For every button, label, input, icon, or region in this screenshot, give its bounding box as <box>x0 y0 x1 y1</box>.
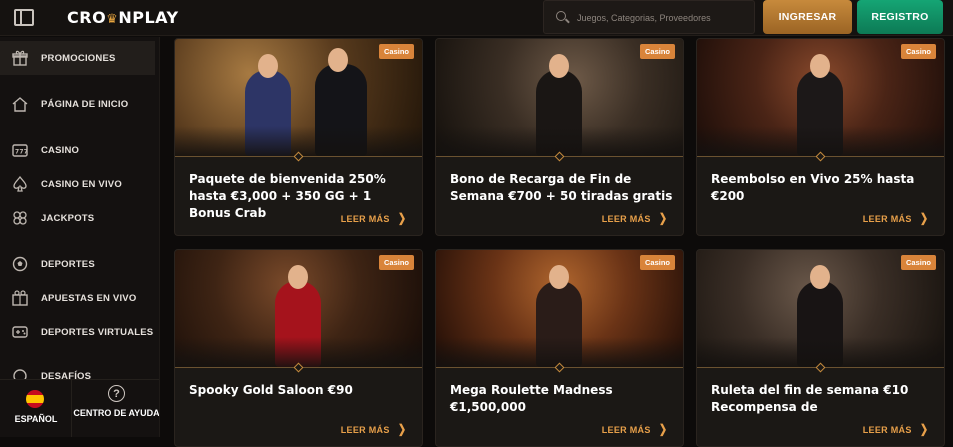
promo-card[interactable]: Casino Ruleta del fin de semana €10 Reco… <box>696 249 945 447</box>
search-input[interactable] <box>577 9 747 27</box>
promo-title: Ruleta del fin de semana €10 Recompensa … <box>711 383 909 414</box>
help-label: CENTRO DE AYUDA <box>73 408 160 418</box>
sidebar-item-label: DEPORTES VIRTUALES <box>41 326 154 338</box>
chevron-right-icon: ❯ <box>919 211 928 225</box>
sidebar-item-label: JACKPOTS <box>41 212 95 224</box>
soccer-ball-icon <box>12 256 28 272</box>
gamepad-icon <box>12 324 28 340</box>
sidebar-item-label: CASINO <box>41 144 80 156</box>
gift-icon <box>12 50 28 66</box>
read-more-link[interactable]: LEER MÁS ❯ <box>602 422 668 436</box>
sidebar-item-apuestas-en-vivo[interactable]: APUESTAS EN VIVO <box>0 281 155 315</box>
login-button[interactable]: INGRESAR <box>763 0 852 34</box>
sidebar-footer: ESPAÑOL ? CENTRO DE AYUDA <box>0 379 160 437</box>
chevron-right-icon: ❯ <box>397 422 406 436</box>
promo-card[interactable]: Casino Paquete de bienvenida 250% hasta … <box>174 38 423 236</box>
live-bet-icon <box>12 290 28 306</box>
question-icon: ? <box>108 385 125 402</box>
sidebar-item-deportes-virtuales[interactable]: DEPORTES VIRTUALES <box>0 315 155 349</box>
home-icon <box>12 96 28 112</box>
chevron-right-icon: ❯ <box>658 211 667 225</box>
chevron-right-icon: ❯ <box>397 211 406 225</box>
chevron-right-icon: ❯ <box>919 422 928 436</box>
promo-title: Spooky Gold Saloon €90 <box>189 383 353 397</box>
crown-icon: ♛ <box>106 12 119 27</box>
sidebar-toggle-icon[interactable] <box>14 9 34 26</box>
category-badge: Casino <box>900 44 936 59</box>
slot-icon: 777 <box>12 142 28 158</box>
sidebar-item-label: PROMOCIONES <box>41 52 116 64</box>
category-badge: Casino <box>639 255 675 270</box>
woman-figure <box>797 54 843 156</box>
top-bar: CRO♛NPLAY INGRESAR REGISTRO <box>0 0 953 36</box>
promo-card[interactable]: Casino Spooky Gold Saloon €90 LEER MÁS ❯ <box>174 249 423 447</box>
woman-figure <box>536 265 582 367</box>
read-more-link[interactable]: LEER MÁS ❯ <box>863 422 929 436</box>
read-more-link[interactable]: LEER MÁS ❯ <box>341 422 407 436</box>
man-figure <box>315 48 367 156</box>
search-box[interactable] <box>543 0 755 34</box>
promo-title: Reembolso en Vivo 25% hasta €200 <box>711 172 915 203</box>
sidebar-item-casino[interactable]: 777 CASINO <box>0 133 155 167</box>
promo-card[interactable]: Casino Bono de Recarga de Fin de Semana … <box>435 38 684 236</box>
register-button[interactable]: REGISTRO <box>857 0 943 34</box>
read-more-link[interactable]: LEER MÁS ❯ <box>602 211 668 225</box>
sidebar-item-label: PÁGINA DE INICIO <box>41 98 129 110</box>
sidebar-item-label: APUESTAS EN VIVO <box>41 292 137 304</box>
read-more-link[interactable]: LEER MÁS ❯ <box>863 211 929 225</box>
language-label: ESPAÑOL <box>14 414 58 424</box>
woman-figure <box>245 54 291 156</box>
promo-title: Mega Roulette Madness €1,500,000 <box>450 383 613 414</box>
sidebar-item-label: DEPORTES <box>41 258 95 270</box>
language-selector[interactable]: ESPAÑOL <box>0 380 72 437</box>
svg-text:777: 777 <box>15 149 28 156</box>
category-badge: Casino <box>900 255 936 270</box>
sidebar-item-casino-en-vivo[interactable]: CASINO EN VIVO <box>0 167 155 201</box>
woman-figure <box>275 265 321 367</box>
promo-title: Bono de Recarga de Fin de Semana €700 + … <box>450 172 673 203</box>
woman-figure <box>536 54 582 156</box>
read-more-link[interactable]: LEER MÁS ❯ <box>341 211 407 225</box>
sidebar-item-deportes[interactable]: DEPORTES <box>0 247 155 281</box>
sidebar-item-label: CASINO EN VIVO <box>41 178 122 190</box>
jackpot-icon <box>12 210 28 226</box>
category-badge: Casino <box>639 44 675 59</box>
woman-figure <box>797 265 843 367</box>
help-center-button[interactable]: ? CENTRO DE AYUDA <box>73 380 160 437</box>
sidebar-item-inicio[interactable]: PÁGINA DE INICIO <box>0 87 155 121</box>
promo-card[interactable]: Casino Reembolso en Vivo 25% hasta €200 … <box>696 38 945 236</box>
sidebar-item-jackpots[interactable]: JACKPOTS <box>0 201 155 235</box>
sidebar: PROMOCIONES PÁGINA DE INICIO 777 CASINO … <box>0 37 160 437</box>
category-badge: Casino <box>378 44 414 59</box>
chevron-right-icon: ❯ <box>658 422 667 436</box>
sidebar-item-promociones[interactable]: PROMOCIONES <box>0 41 155 75</box>
search-icon <box>556 11 566 21</box>
crownplay-logo[interactable]: CRO♛NPLAY <box>67 8 179 27</box>
spain-flag-icon <box>26 390 44 408</box>
spade-icon <box>12 176 28 192</box>
category-badge: Casino <box>378 255 414 270</box>
promo-card[interactable]: Casino Mega Roulette Madness €1,500,000 … <box>435 249 684 447</box>
